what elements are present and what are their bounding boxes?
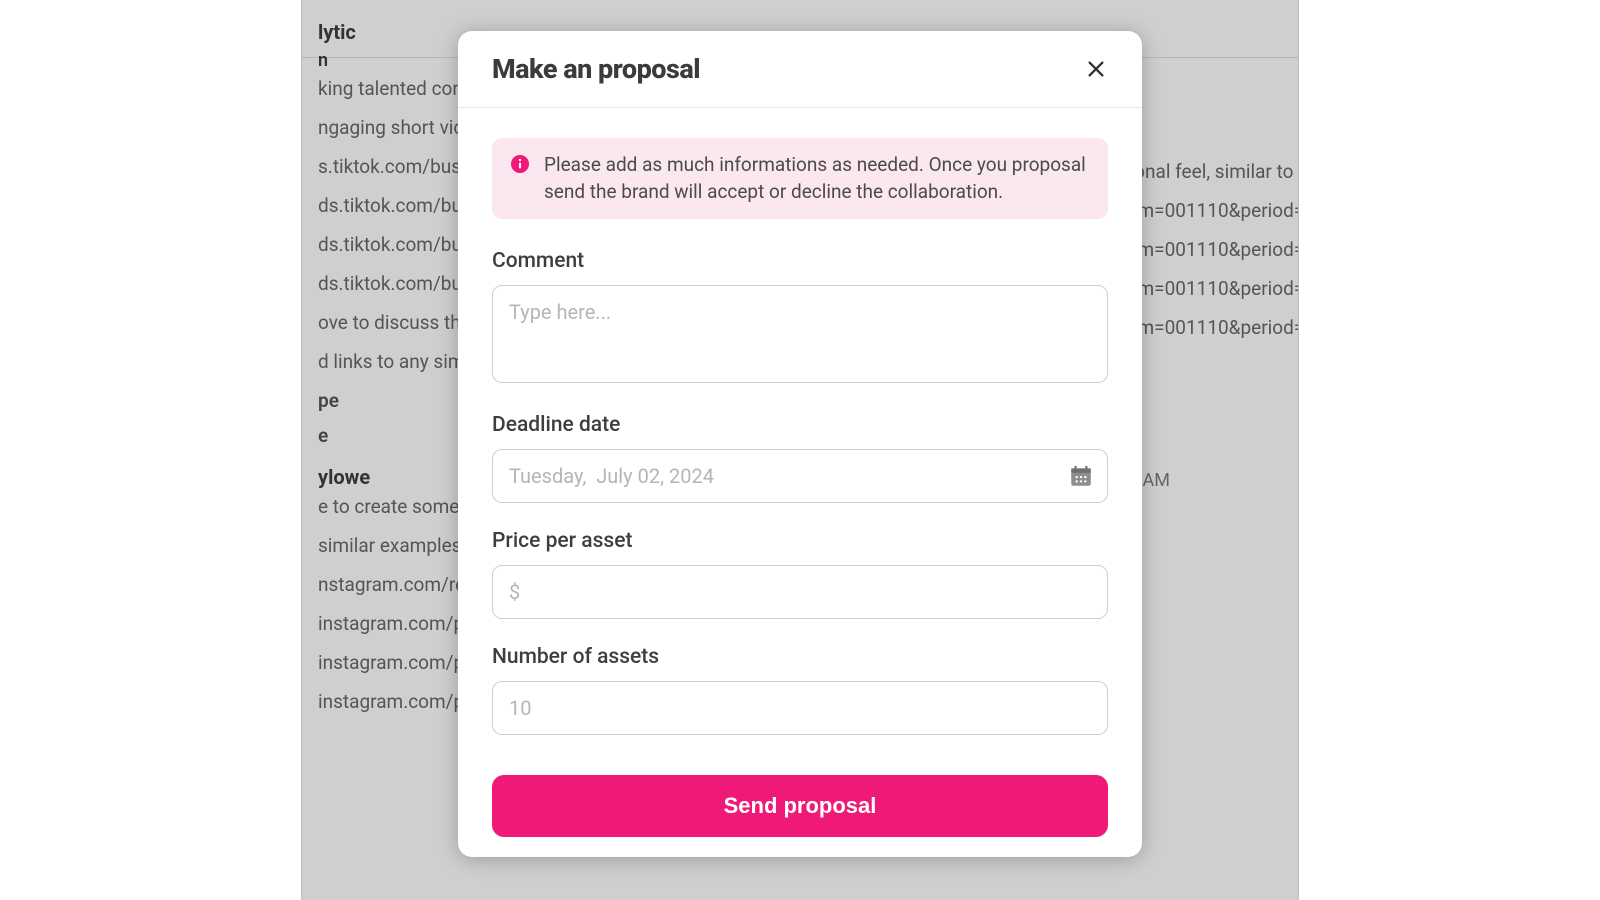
info-icon [510,154,530,174]
info-text: Please add as much informations as neede… [544,152,1090,205]
calendar-icon[interactable] [1068,463,1094,489]
deadline-input[interactable] [492,449,1108,503]
modal-title: Make an proposal [492,53,700,85]
deadline-field: Deadline date [492,413,1108,503]
proposal-modal: Make an proposal Please add as much info… [458,31,1142,857]
comment-label: Comment [492,249,1108,273]
assets-label: Number of assets [492,645,1108,669]
price-label: Price per asset [492,529,1108,553]
info-banner: Please add as much informations as neede… [492,138,1108,219]
modal-header: Make an proposal [458,31,1142,108]
modal-overlay: Make an proposal Please add as much info… [0,0,1600,900]
deadline-label: Deadline date [492,413,1108,437]
price-input[interactable] [492,565,1108,619]
comment-input[interactable] [492,285,1108,383]
close-icon[interactable] [1084,57,1108,81]
assets-input[interactable] [492,681,1108,735]
send-proposal-button[interactable]: Send proposal [492,775,1108,837]
modal-body: Please add as much informations as neede… [458,108,1142,857]
price-field: Price per asset [492,529,1108,619]
comment-field: Comment [492,249,1108,387]
assets-field: Number of assets [492,645,1108,735]
